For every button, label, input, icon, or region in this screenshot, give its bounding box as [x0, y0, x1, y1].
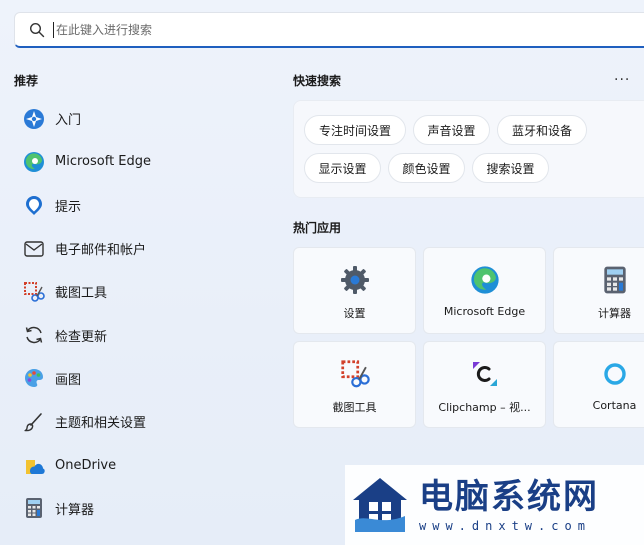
recommended-item-calculator[interactable]: 计算器: [14, 487, 264, 530]
app-tile-edge[interactable]: Microsoft Edge: [423, 247, 546, 334]
snipping-tool-icon: [339, 358, 371, 390]
top-apps-title: 热门应用: [293, 221, 342, 235]
recommended-item-label: 计算器: [55, 502, 95, 518]
watermark-url: www.dnxtw.com: [419, 519, 591, 533]
recommended-item-paint[interactable]: 画图: [14, 357, 264, 400]
recommended-item-onedrive[interactable]: OneDrive: [14, 443, 264, 486]
recommended-item-mail[interactable]: 电子邮件和帐户: [14, 227, 264, 270]
edge-icon: [469, 264, 501, 296]
more-options-button[interactable]: ···: [614, 72, 630, 88]
app-tile-cortana[interactable]: Cortana: [553, 341, 644, 428]
quick-chip-search-settings[interactable]: 搜索设置: [472, 153, 549, 183]
calculator-icon: [22, 496, 46, 520]
recommended-item-tips[interactable]: 提示: [14, 184, 264, 227]
recommended-item-get-started[interactable]: 入门: [14, 97, 264, 140]
get-started-icon: [22, 107, 46, 131]
quick-chip-color[interactable]: 颜色设置: [388, 153, 465, 183]
recommended-item-check-updates[interactable]: 检查更新: [14, 313, 264, 356]
search-input[interactable]: [56, 22, 616, 37]
app-tile-clipchamp[interactable]: Clipchamp – 视...: [423, 341, 546, 428]
recommended-title: 推荐: [14, 74, 39, 88]
site-watermark: 电脑系统网 www.dnxtw.com: [345, 465, 644, 545]
onedrive-icon: [22, 453, 46, 477]
quick-chip-focus[interactable]: 专注时间设置: [304, 115, 406, 145]
recommended-item-label: 画图: [55, 372, 82, 388]
recommended-item-themes[interactable]: 主题和相关设置: [14, 400, 264, 443]
cortana-icon: [599, 358, 631, 390]
recommended-item-label: 入门: [55, 113, 82, 129]
search-box[interactable]: [14, 12, 644, 48]
app-tile-settings[interactable]: 设置: [293, 247, 416, 334]
recommended-item-snipping[interactable]: 截图工具: [14, 270, 264, 313]
app-tile-calculator[interactable]: 计算器: [553, 247, 644, 334]
app-tile-label: 设置: [343, 307, 366, 320]
mail-icon: [22, 237, 46, 261]
recommended-item-label: OneDrive: [55, 457, 117, 473]
app-tile-label: 截图工具: [332, 401, 377, 414]
paint-icon: [22, 366, 46, 390]
clipchamp-icon: [469, 358, 501, 390]
quick-search-title: 快速搜索: [293, 74, 342, 88]
brush-icon: [22, 410, 46, 434]
app-tile-snipping[interactable]: 截图工具: [293, 341, 416, 428]
quick-chip-sound[interactable]: 声音设置: [413, 115, 490, 145]
recommended-item-edge[interactable]: Microsoft Edge: [14, 140, 264, 183]
app-tile-label: Clipchamp – 视...: [438, 401, 531, 414]
recommended-item-label: 检查更新: [55, 329, 108, 345]
recommended-item-label: 提示: [55, 199, 82, 215]
snipping-tool-icon: [22, 280, 46, 304]
recommended-item-label: 主题和相关设置: [55, 416, 147, 432]
house-logo-icon: [353, 478, 407, 532]
app-tile-label: Cortana: [592, 399, 637, 412]
quick-chip-display[interactable]: 显示设置: [304, 153, 381, 183]
app-tile-label: 计算器: [598, 307, 631, 320]
recommended-item-label: 截图工具: [55, 286, 108, 302]
recommended-item-label: 电子邮件和帐户: [55, 243, 147, 259]
recommended-item-label: Microsoft Edge: [55, 154, 152, 170]
text-caret: [53, 21, 54, 38]
calculator-icon: [599, 264, 631, 296]
recommended-list: 入门 Microsoft Edge 提示 电子邮件和帐户 截图工具 检查更新 画…: [14, 97, 264, 530]
app-tile-label: Microsoft Edge: [443, 305, 526, 318]
tips-icon: [22, 193, 46, 217]
watermark-title: 电脑系统网: [419, 477, 599, 517]
refresh-icon: [22, 323, 46, 347]
search-icon: [29, 22, 45, 37]
quick-search-panel: 专注时间设置 声音设置 蓝牙和设备 显示设置 颜色设置 搜索设置: [293, 100, 644, 198]
quick-chip-bluetooth[interactable]: 蓝牙和设备: [497, 115, 587, 145]
edge-icon: [22, 150, 46, 174]
gear-icon: [339, 264, 371, 296]
